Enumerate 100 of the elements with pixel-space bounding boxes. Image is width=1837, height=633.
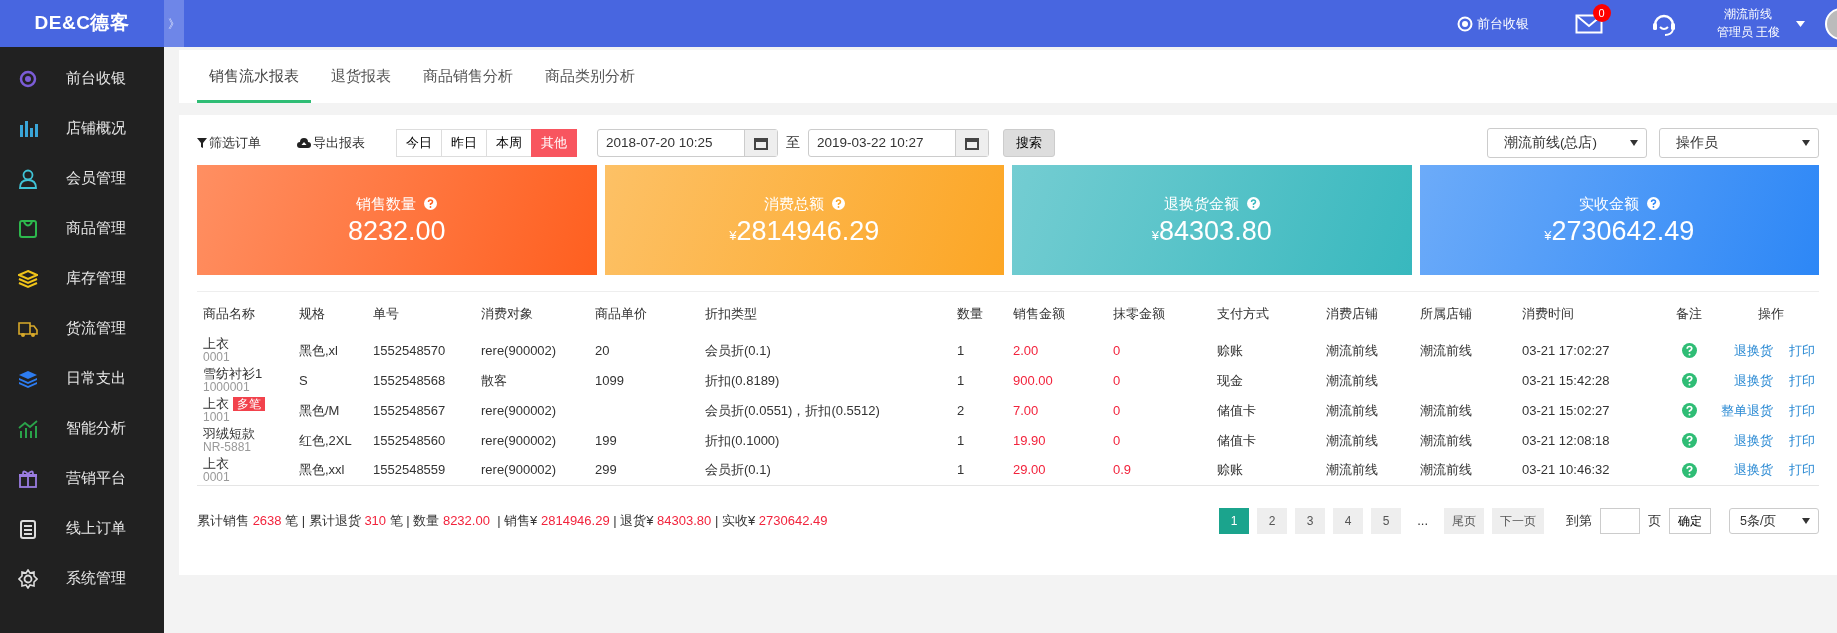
- help-icon[interactable]: [1681, 403, 1697, 419]
- report-tab[interactable]: 商品销售分析: [411, 50, 525, 103]
- table-cell: 赊账: [1217, 462, 1243, 478]
- page-button[interactable]: 5: [1371, 508, 1402, 534]
- column-header: 折扣类型: [699, 291, 951, 336]
- action-link[interactable]: 打印: [1789, 343, 1815, 358]
- sidebar-item[interactable]: 店铺概况: [0, 104, 164, 154]
- help-icon[interactable]: [831, 197, 845, 211]
- column-header: 操作: [1716, 291, 1819, 336]
- sidebar-item[interactable]: 系统管理: [0, 554, 164, 604]
- next-page-button[interactable]: 下一页: [1492, 508, 1544, 534]
- column-header: 备注: [1656, 291, 1716, 336]
- action-link[interactable]: 打印: [1789, 433, 1815, 448]
- table-cell: 1552548560: [373, 432, 446, 448]
- sidebar-item[interactable]: 智能分析: [0, 404, 164, 454]
- table-cell: 2.00: [1013, 342, 1039, 358]
- caret-icon: [1802, 518, 1810, 524]
- help-icon[interactable]: [1681, 343, 1697, 359]
- table-cell: 潮流前线: [1326, 372, 1378, 388]
- column-header: 消费店铺: [1320, 291, 1414, 336]
- date-range-button[interactable]: 昨日: [441, 129, 487, 157]
- table-cell: 29.00: [1013, 462, 1046, 478]
- column-header: 支付方式: [1211, 291, 1320, 336]
- action-link[interactable]: 退换货: [1734, 463, 1773, 478]
- report-tab[interactable]: 商品类别分析: [533, 50, 647, 103]
- action-link[interactable]: 退换货: [1734, 373, 1773, 388]
- table-cell: 1552548559: [373, 462, 446, 478]
- action-link[interactable]: 打印: [1789, 403, 1815, 418]
- table-cell: 潮流前线: [1420, 402, 1472, 418]
- sidebar-item[interactable]: 会员管理: [0, 154, 164, 204]
- table-cell: 储值卡: [1217, 402, 1256, 418]
- avatar[interactable]: [1825, 7, 1837, 40]
- table-cell: 会员折(0.0551)，折扣(0.5512): [705, 402, 880, 418]
- action-link[interactable]: 退换货: [1734, 433, 1773, 448]
- export-report-button[interactable]: 导出报表: [297, 133, 365, 153]
- table-cell: 0: [1113, 342, 1121, 358]
- table-cell: 1099: [595, 372, 624, 388]
- help-icon[interactable]: [1681, 373, 1697, 389]
- sidebar-item[interactable]: 日常支出: [0, 354, 164, 404]
- table-cell: 会员折(0.1): [705, 462, 771, 478]
- table-cell: rere(900002): [481, 402, 557, 418]
- stat-label: 消费总额: [763, 193, 824, 214]
- column-header: 数量: [951, 291, 1007, 336]
- currency-sign: ¥: [729, 228, 737, 244]
- action-link[interactable]: 打印: [1789, 463, 1815, 478]
- bar-chart-icon: [18, 119, 38, 139]
- search-button[interactable]: 搜索: [1003, 129, 1055, 157]
- page-button[interactable]: 3: [1295, 508, 1326, 534]
- report-tab[interactable]: 销售流水报表: [197, 50, 311, 103]
- sidebar-item[interactable]: 营销平台: [0, 454, 164, 504]
- table-cell: 赊账: [1217, 342, 1243, 358]
- operator-select[interactable]: 操作员: [1659, 128, 1819, 158]
- end-date-field[interactable]: 2019-03-22 10:27: [808, 129, 989, 157]
- action-link[interactable]: 整单退货: [1721, 403, 1773, 418]
- table-cell: 1552548568: [373, 372, 446, 388]
- stat-value: 8232.00: [347, 216, 446, 247]
- column-header: 消费时间: [1516, 291, 1656, 336]
- cashier-icon: [18, 69, 38, 89]
- caret-icon[interactable]: [1796, 20, 1805, 27]
- help-icon[interactable]: [1681, 462, 1697, 478]
- pagination-ellipsis: ...: [1417, 512, 1428, 531]
- last-page-button[interactable]: 尾页: [1444, 508, 1484, 534]
- action-link[interactable]: 打印: [1789, 373, 1815, 388]
- help-icon[interactable]: [1246, 197, 1260, 211]
- cashier-link[interactable]: 前台收银: [1476, 13, 1529, 34]
- sidebar-item[interactable]: 商品管理: [0, 204, 164, 254]
- help-icon[interactable]: [1646, 197, 1660, 211]
- sidebar-item[interactable]: 库存管理: [0, 254, 164, 304]
- report-tab[interactable]: 退货报表: [319, 50, 403, 103]
- action-link[interactable]: 退换货: [1734, 343, 1773, 358]
- table-cell: 1: [957, 372, 965, 388]
- product-code: 1000001: [203, 381, 251, 394]
- store-select[interactable]: 潮流前线(总店): [1487, 128, 1647, 158]
- confirm-button[interactable]: 确定: [1669, 508, 1711, 534]
- table-cell: 储值卡: [1217, 432, 1256, 448]
- date-range-button[interactable]: 今日: [396, 129, 442, 157]
- page-size-select[interactable]: 5条/页: [1729, 508, 1819, 534]
- date-range-button[interactable]: 本周: [486, 129, 532, 157]
- user-icon: [18, 169, 38, 189]
- stat-value: 84303.80: [1159, 216, 1272, 247]
- sidebar-item[interactable]: 前台收银: [0, 54, 164, 104]
- filter-orders-button[interactable]: 筛选订单: [197, 133, 261, 153]
- stat-label: 实收金额: [1578, 193, 1639, 214]
- column-header: 抹零金额: [1107, 291, 1211, 336]
- table-cell: 0: [1113, 432, 1121, 448]
- sidebar-item[interactable]: 线上订单: [0, 504, 164, 554]
- stack-icon: [18, 369, 38, 389]
- start-date-field[interactable]: 2018-07-20 10:25: [597, 129, 778, 157]
- page-button[interactable]: 4: [1333, 508, 1364, 534]
- gift-icon: [18, 469, 38, 489]
- sidebar-item[interactable]: 货流管理: [0, 304, 164, 354]
- help-icon[interactable]: [424, 197, 438, 211]
- help-icon[interactable]: [1681, 433, 1697, 449]
- layers-icon: [18, 269, 38, 289]
- logo: DE&C德客: [34, 11, 130, 36]
- page-number-field[interactable]: [1600, 508, 1640, 534]
- page-button[interactable]: 2: [1257, 508, 1288, 534]
- table-cell: rere(900002): [481, 342, 557, 358]
- user-name: 管理员 王俊: [1716, 23, 1780, 41]
- product-code: 0001: [203, 351, 231, 364]
